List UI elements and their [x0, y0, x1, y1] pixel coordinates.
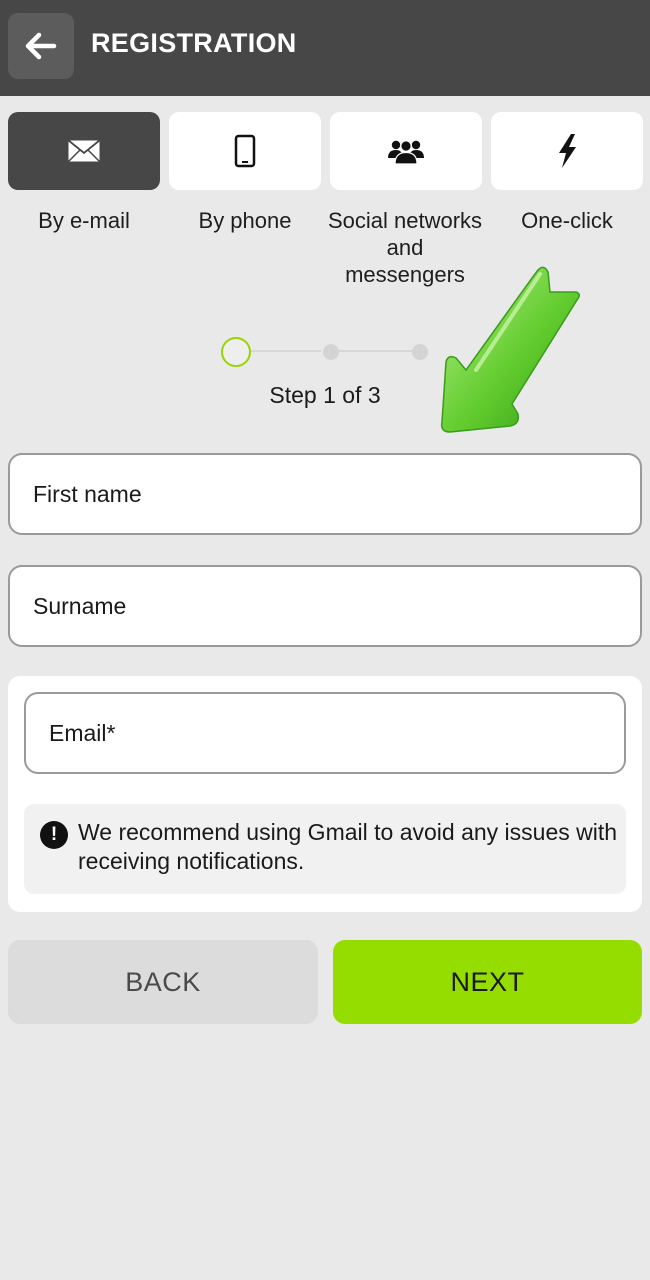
exclamation-icon: !: [40, 821, 68, 849]
tab-social-networks[interactable]: [330, 112, 482, 190]
phone-icon: [234, 134, 256, 168]
next-button[interactable]: NEXT: [333, 940, 642, 1024]
surname-placeholder: Surname: [33, 592, 127, 619]
email-field[interactable]: Email*: [24, 692, 626, 774]
step-connector: [339, 350, 412, 352]
tab-by-email[interactable]: [8, 112, 160, 190]
first-name-field[interactable]: First name: [8, 453, 642, 535]
lightning-icon: [559, 134, 576, 168]
arrow-left-icon: [25, 32, 57, 60]
tab-label-by-phone: By phone: [198, 208, 292, 233]
users-icon: [388, 140, 424, 164]
email-section: Email* ! We recommend using Gmail to avo…: [8, 676, 642, 912]
tab-by-phone[interactable]: [169, 112, 321, 190]
step-connector: [251, 350, 321, 352]
tab-one-click[interactable]: [491, 112, 643, 190]
back-button[interactable]: BACK: [8, 940, 318, 1024]
step-indicator: [412, 344, 428, 360]
tab-label-one-click: One-click: [521, 208, 613, 233]
envelope-icon: [67, 139, 101, 163]
pointer-arrow-icon: [440, 266, 580, 433]
step-indicator: [323, 344, 339, 360]
tab-label-by-email: By e-mail: [38, 208, 130, 233]
app-header: REGISTRATION: [0, 0, 650, 96]
page-title: REGISTRATION: [91, 28, 297, 58]
surname-field[interactable]: Surname: [8, 565, 642, 647]
step-indicator-current: [221, 337, 251, 367]
first-name-placeholder: First name: [33, 480, 142, 507]
back-nav-button[interactable]: [8, 13, 74, 79]
gmail-notice: ! We recommend using Gmail to avoid any …: [24, 804, 626, 894]
email-placeholder: Email*: [49, 719, 116, 746]
notice-text: We recommend using Gmail to avoid any is…: [78, 819, 618, 874]
